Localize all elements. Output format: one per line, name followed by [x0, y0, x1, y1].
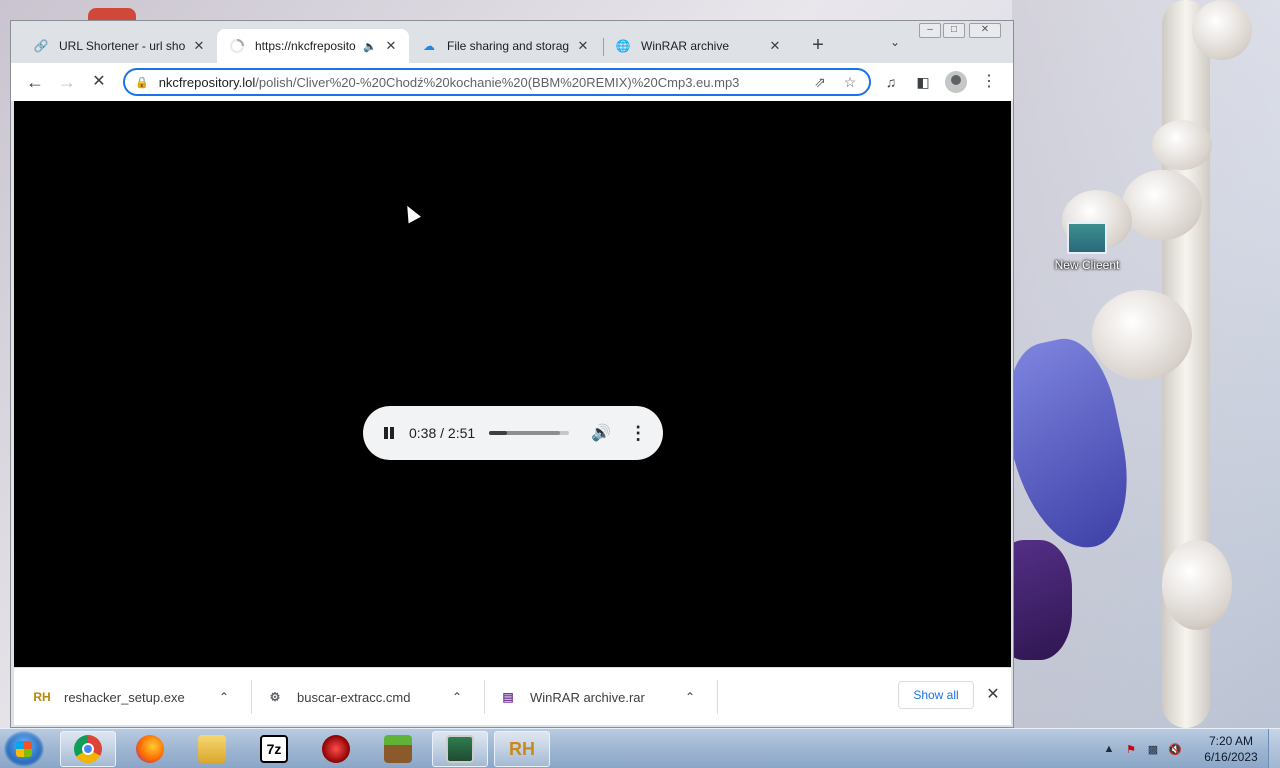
folder-icon: [198, 735, 226, 763]
pause-button[interactable]: [379, 423, 399, 443]
maximize-button[interactable]: □: [943, 23, 965, 38]
taskbar-firefox[interactable]: [122, 731, 178, 767]
time-display: 0:38 / 2:51: [409, 425, 476, 441]
tab-nkcfrepository[interactable]: https://nkcfreposito 🔈 ✕: [217, 29, 409, 63]
show-desktop-button[interactable]: [1268, 729, 1280, 768]
address-url[interactable]: nkcfrepository.lol/polish/Cliver%20-%20C…: [159, 75, 809, 90]
media-control-icon[interactable]: ♫: [881, 72, 901, 92]
close-window-button[interactable]: ✕: [969, 23, 1001, 38]
system-tray: ▲ ⚑ ▩ 🔇: [1098, 729, 1186, 768]
desktop-icon-new-client[interactable]: New Clieent: [1052, 222, 1122, 272]
taskbar-red-app[interactable]: [308, 731, 364, 767]
chevron-up-icon[interactable]: ⌃: [680, 690, 700, 704]
cmd-file-icon: ⚙: [269, 690, 281, 704]
clock-date: 6/16/2023: [1204, 750, 1258, 764]
volume-muted-icon[interactable]: 🔇: [1164, 743, 1186, 756]
close-tab-icon[interactable]: ✕: [383, 38, 399, 54]
seek-slider[interactable]: [489, 431, 570, 435]
tab-title: WinRAR archive: [641, 39, 730, 53]
tab-title: File sharing and storage: [447, 39, 569, 53]
forward-button[interactable]: →: [55, 70, 79, 94]
download-filename: buscar-extracc.cmd: [297, 689, 411, 705]
close-tab-icon[interactable]: ✕: [575, 38, 591, 54]
download-item[interactable]: RH reshacker_setup.exe ⌃: [32, 678, 234, 716]
resource-hacker-icon: RH: [509, 738, 535, 759]
show-all-downloads-button[interactable]: Show all: [898, 681, 974, 709]
back-button[interactable]: ←: [23, 70, 47, 94]
lock-icon[interactable]: 🔒: [135, 76, 149, 89]
close-tab-icon[interactable]: ✕: [767, 38, 783, 54]
volume-icon[interactable]: 🔊: [591, 423, 611, 443]
download-item[interactable]: ▤ WinRAR archive.rar ⌃: [498, 678, 700, 716]
new-client-icon: [1067, 222, 1107, 254]
url-host: nkcfrepository.lol: [158, 74, 256, 90]
download-filename: WinRAR archive.rar: [530, 689, 645, 705]
audio-playing-icon[interactable]: 🔈: [363, 40, 377, 53]
stop-loading-button[interactable]: ✕: [87, 70, 111, 94]
more-options-icon[interactable]: ⋮: [629, 423, 647, 444]
tab-title: URL Shortener - url shor: [59, 39, 185, 53]
taskbar-file-explorer[interactable]: [184, 731, 240, 767]
globe-icon: 🌐: [615, 39, 631, 53]
link-icon: 🔗: [33, 39, 49, 53]
browser-toolbar: ← → ✕ 🔒 nkcfrepository.lol/polish/Cliver…: [11, 63, 1013, 101]
share-icon[interactable]: ⇗: [809, 74, 831, 91]
clock-time: 7:20 AM: [1208, 734, 1254, 748]
network-monitor-icon: [446, 735, 474, 763]
tab-strip: 🔗 URL Shortener - url shor ✕ https://nkc…: [11, 21, 1013, 63]
network-icon[interactable]: ▩: [1142, 743, 1164, 756]
action-center-flag-icon[interactable]: ⚑: [1120, 743, 1142, 756]
cloud-icon: ☁: [423, 39, 435, 53]
firefox-icon: [136, 735, 164, 763]
audio-player[interactable]: 0:38 / 2:51 🔊 ⋮: [363, 406, 663, 460]
side-panel-icon[interactable]: ◧: [913, 72, 933, 92]
chrome-icon: [74, 735, 102, 763]
download-item[interactable]: ⚙ buscar-extracc.cmd ⌃: [265, 678, 467, 716]
download-filename: reshacker_setup.exe: [64, 689, 185, 705]
chevron-up-icon[interactable]: ⌃: [447, 690, 467, 704]
address-bar[interactable]: 🔒 nkcfrepository.lol/polish/Cliver%20-%2…: [123, 68, 871, 96]
menu-kebab-icon[interactable]: ⋮: [979, 72, 999, 92]
close-tab-icon[interactable]: ✕: [191, 38, 207, 54]
red-gear-icon: [322, 735, 350, 763]
seek-progress: [489, 431, 507, 435]
minecraft-icon: [384, 735, 412, 763]
media-viewport: 0:38 / 2:51 🔊 ⋮: [14, 101, 1011, 667]
seven-zip-icon: 7z: [260, 735, 288, 763]
desktop-icon-label: New Clieent: [1054, 258, 1120, 272]
reshacker-icon: RH: [33, 690, 51, 704]
bookmark-star-icon[interactable]: ☆: [839, 74, 861, 91]
url-path: /polish/Cliver%20-%20Chodź%20kochanie%20…: [255, 74, 740, 90]
desktop-wallpaper: [1012, 0, 1280, 728]
taskbar-chrome[interactable]: [60, 731, 116, 767]
new-tab-button[interactable]: +: [807, 35, 829, 57]
system-clock[interactable]: 7:20 AM 6/16/2023: [1196, 733, 1266, 765]
start-button[interactable]: [4, 731, 44, 767]
downloads-bar: RH reshacker_setup.exe ⌃ ⚙ buscar-extrac…: [14, 667, 1011, 725]
tab-search-chevron-icon[interactable]: ⌄: [885, 35, 905, 55]
taskbar-resource-hacker[interactable]: RH: [494, 731, 550, 767]
tab-file-sharing[interactable]: ☁ File sharing and storage ✕: [409, 29, 601, 63]
close-downloads-bar-icon[interactable]: ✕: [982, 684, 1004, 706]
chevron-up-icon[interactable]: ⌃: [214, 690, 234, 704]
taskbar-minecraft[interactable]: [370, 731, 426, 767]
profile-avatar-icon[interactable]: [945, 71, 967, 93]
tab-winrar-archive[interactable]: 🌐 WinRAR archive ✕: [603, 29, 793, 63]
tab-title: https://nkcfreposito: [255, 39, 356, 53]
taskbar-7zip[interactable]: 7z: [246, 731, 302, 767]
loading-spinner-icon: [229, 38, 245, 54]
browser-window: 🔗 URL Shortener - url shor ✕ https://nkc…: [10, 20, 1014, 728]
winrar-icon: ▤: [502, 690, 514, 704]
show-hidden-icons-chevron-icon[interactable]: ▲: [1098, 743, 1120, 755]
minimize-button[interactable]: –: [919, 23, 941, 38]
mouse-cursor-icon: [401, 202, 421, 224]
tab-url-shortener[interactable]: 🔗 URL Shortener - url shor ✕: [21, 29, 217, 63]
taskbar: 7z RH ▲ ⚑ ▩ 🔇 7:20 AM 6/16/2023: [0, 728, 1280, 768]
taskbar-network-monitor[interactable]: [432, 731, 488, 767]
